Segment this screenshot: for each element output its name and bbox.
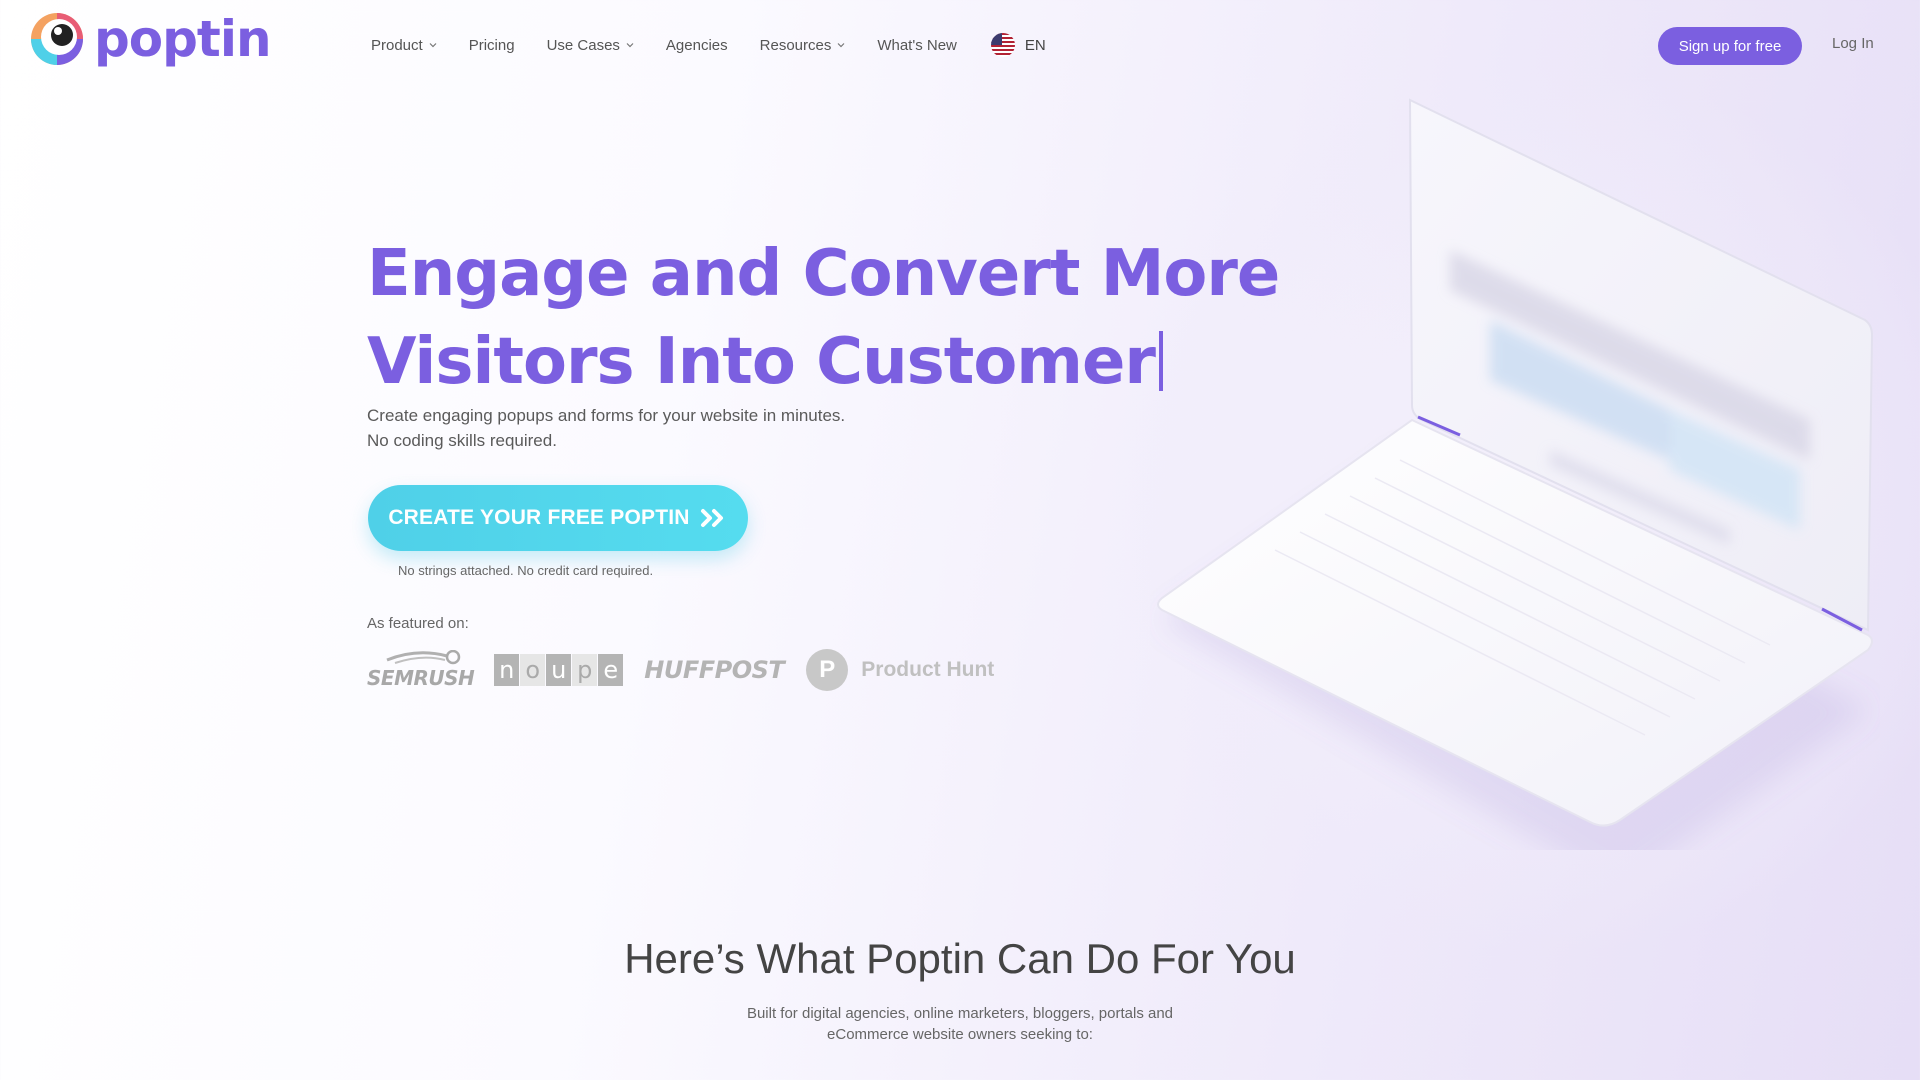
nav-item-label: Agencies [665, 36, 728, 54]
noupe-letter: u [546, 654, 572, 686]
noupe-letter: e [598, 654, 624, 686]
product-hunt-logo: P Product Hunt [806, 649, 994, 691]
featured-logos: SEMRUSH n o u p e HUFFPOST P Product Hun… [367, 645, 994, 695]
poptin-logo[interactable]: poptin [28, 10, 272, 68]
huffpost-logo: HUFFPOST [644, 656, 785, 684]
nav-item-label: Resources [759, 36, 832, 54]
nav-item-label: Pricing [468, 36, 515, 54]
section-subtitle: Built for digital agencies, online marke… [700, 1003, 1220, 1045]
section-subtitle-line: eCommerce website owners seeking to: [827, 1026, 1093, 1043]
nav-item-label: What's New [877, 36, 957, 54]
nav-item-pricing[interactable]: Pricing [469, 34, 515, 56]
nav-item-whats-new[interactable]: What's New [877, 34, 957, 56]
product-hunt-icon: P [806, 649, 849, 691]
cta-note: No strings attached. No credit card requ… [398, 563, 654, 578]
product-hunt-text: Product Hunt [861, 658, 995, 681]
noupe-letter: p [572, 654, 598, 686]
nav-item-agencies[interactable]: Agencies [666, 34, 728, 56]
cta-label: CREATE YOUR FREE POPTIN [388, 506, 690, 529]
hero-subtitle: Create engaging popups and forms for you… [367, 403, 967, 453]
chevron-down-icon [837, 43, 845, 48]
language-label: EN [1024, 36, 1046, 54]
hero-subtitle-line: No coding skills required. [367, 431, 557, 450]
semrush-text: SEMRUSH [367, 666, 475, 690]
poptin-logo-icon [31, 13, 83, 65]
site-header: poptin Product Pricing Use Cases Agencie… [0, 0, 1920, 90]
noupe-letter: n [494, 654, 520, 686]
double-chevron-right-icon [700, 509, 723, 527]
nav-item-product[interactable]: Product [371, 34, 437, 56]
nav-item-label: Use Cases [546, 36, 620, 54]
section-subtitle-line: Built for digital agencies, online marke… [746, 1005, 1174, 1022]
main-nav: Product Pricing Use Cases Agencies Resou… [371, 33, 1046, 57]
chevron-down-icon [429, 43, 437, 48]
nav-item-resources[interactable]: Resources [760, 34, 846, 56]
create-poptin-button[interactable]: CREATE YOUR FREE POPTIN [368, 485, 748, 551]
laptop-illustration [1157, 98, 1874, 850]
chevron-down-icon [626, 43, 634, 48]
signup-button[interactable]: Sign up for free [1658, 27, 1802, 65]
login-link[interactable]: Log In [1832, 35, 1874, 52]
nav-item-label: Product [371, 36, 423, 54]
nav-item-use-cases[interactable]: Use Cases [547, 34, 634, 56]
noupe-logo: n o u p e [494, 654, 624, 686]
semrush-swoosh-icon [386, 650, 461, 665]
semrush-logo: SEMRUSH [367, 650, 475, 690]
hero-title-text: Visitors Into Customer [367, 325, 1156, 399]
featured-label: As featured on: [367, 615, 469, 632]
section-title: Here’s What Poptin Can Do For You [624, 935, 1296, 982]
language-selector[interactable]: EN [990, 33, 1046, 57]
poptin-logo-text: poptin [94, 10, 272, 68]
us-flag-icon [990, 33, 1015, 57]
hero-subtitle-line: Create engaging popups and forms for you… [367, 406, 846, 425]
noupe-letter: o [520, 654, 546, 686]
